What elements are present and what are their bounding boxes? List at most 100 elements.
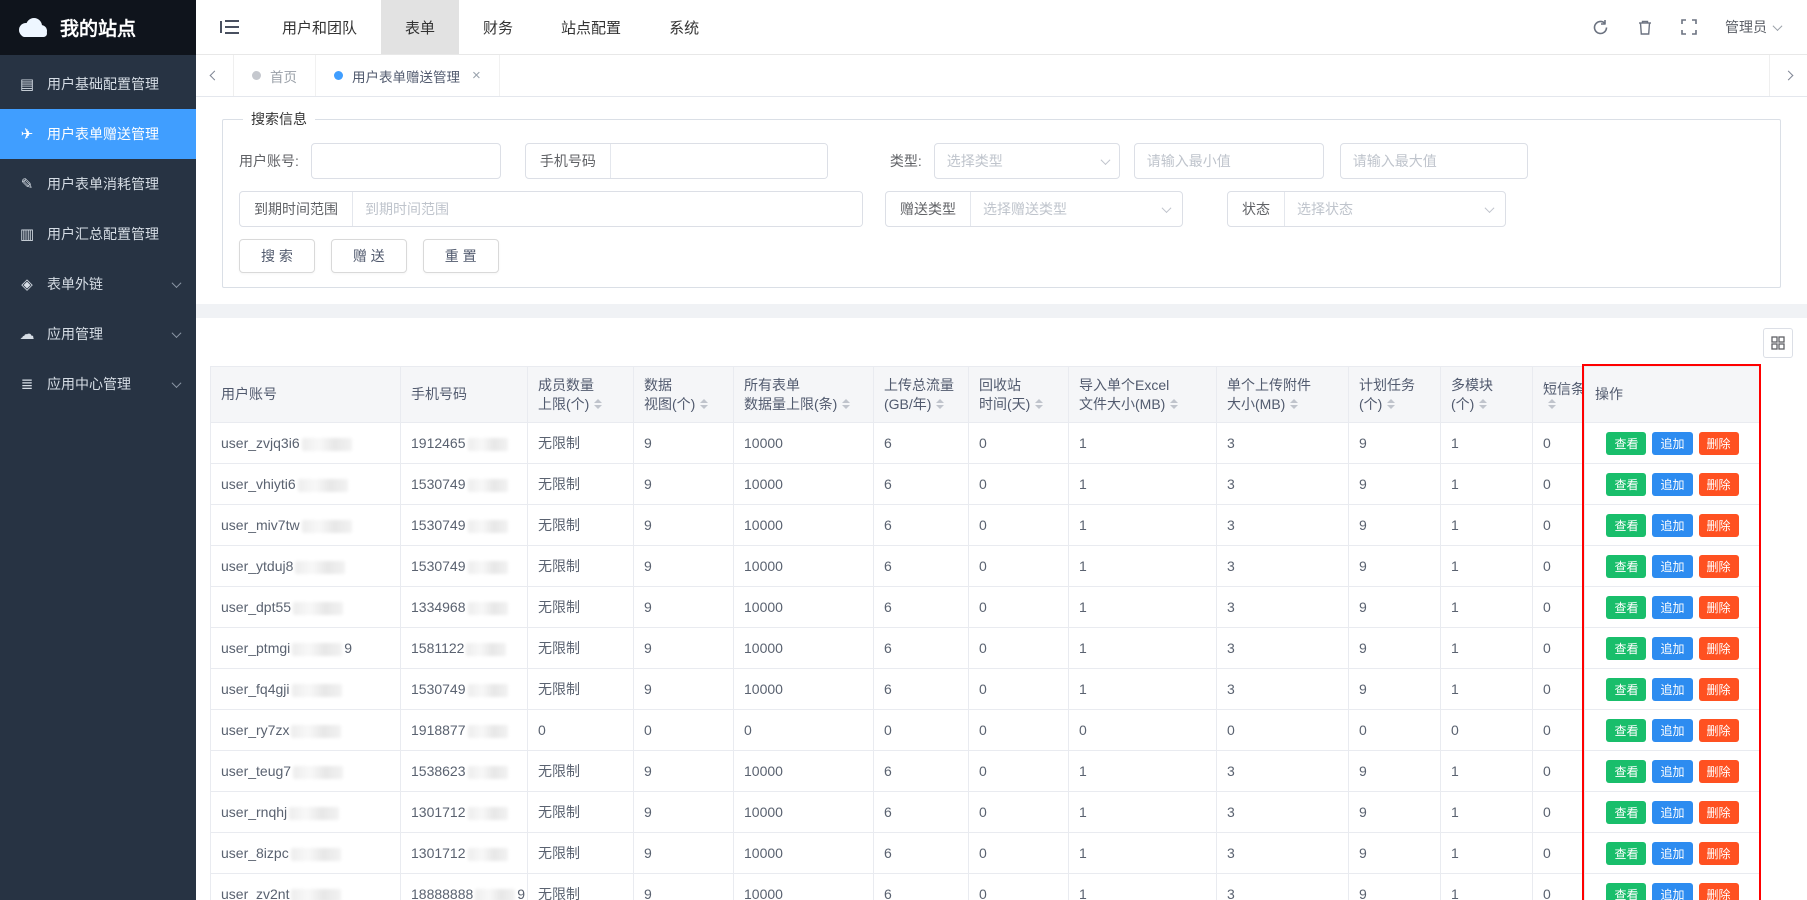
column-header-6[interactable]: 回收站时间(天) (969, 367, 1069, 423)
refresh-icon[interactable] (1592, 19, 1609, 36)
view-button[interactable]: 查看 (1606, 637, 1646, 660)
type-select[interactable]: 选择类型 (934, 143, 1120, 179)
append-button[interactable]: 追加 (1652, 514, 1692, 537)
topnav-item-1[interactable]: 表单 (381, 0, 459, 54)
append-button[interactable]: 追加 (1652, 719, 1692, 742)
sidebar-item-6[interactable]: ≣应用中心管理 (0, 359, 196, 409)
append-button[interactable]: 追加 (1652, 637, 1692, 660)
column-settings-icon[interactable] (1763, 328, 1793, 358)
sort-icon[interactable] (1170, 399, 1178, 409)
topnav-item-4[interactable]: 系统 (645, 0, 723, 54)
topnav-item-3[interactable]: 站点配置 (537, 0, 645, 54)
append-button[interactable]: 追加 (1652, 473, 1692, 496)
delete-button[interactable]: 删除 (1699, 719, 1739, 742)
sort-icon[interactable] (1290, 399, 1298, 409)
column-header-2[interactable]: 成员数量上限(个) (528, 367, 634, 423)
reset-button[interactable]: 重 置 (423, 239, 499, 273)
sort-icon[interactable] (936, 399, 944, 409)
view-button[interactable]: 查看 (1606, 719, 1646, 742)
value-cell-0: 无限制 (528, 587, 634, 628)
app-cloud-icon: ☁ (16, 325, 38, 343)
trash-icon[interactable] (1637, 19, 1653, 36)
gift-button[interactable]: 赠 送 (331, 239, 407, 273)
search-button[interactable]: 搜 索 (239, 239, 315, 273)
delete-button[interactable]: 删除 (1699, 637, 1739, 660)
view-button[interactable]: 查看 (1606, 801, 1646, 824)
gift-type-select[interactable]: 选择赠送类型 (971, 192, 1182, 226)
column-header-7[interactable]: 导入单个Excel文件大小(MB) (1069, 367, 1217, 423)
column-header-11[interactable]: 短信条 (1533, 367, 1585, 423)
tab-1[interactable]: 用户表单赠送管理× (316, 55, 500, 96)
tabs-scroll-left[interactable] (196, 55, 234, 96)
append-button[interactable]: 追加 (1652, 883, 1692, 900)
status-select[interactable]: 选择状态 (1285, 192, 1505, 226)
view-button[interactable]: 查看 (1606, 514, 1646, 537)
collapse-menu-icon[interactable] (220, 19, 240, 35)
delete-button[interactable]: 删除 (1699, 760, 1739, 783)
delete-button[interactable]: 删除 (1699, 883, 1739, 900)
phone-cell: 1530749 (401, 505, 528, 546)
append-button[interactable]: 追加 (1652, 842, 1692, 865)
sort-icon[interactable] (594, 399, 602, 409)
view-button[interactable]: 查看 (1606, 555, 1646, 578)
column-header-8[interactable]: 单个上传附件大小(MB) (1217, 367, 1349, 423)
column-header-10[interactable]: 多模块(个) (1441, 367, 1533, 423)
sidebar-item-5[interactable]: ☁应用管理 (0, 309, 196, 359)
phone-input[interactable] (611, 144, 827, 178)
delete-button[interactable]: 删除 (1699, 842, 1739, 865)
delete-button[interactable]: 删除 (1699, 596, 1739, 619)
delete-button[interactable]: 删除 (1699, 514, 1739, 537)
delete-button[interactable]: 删除 (1699, 555, 1739, 578)
column-header-4[interactable]: 所有表单数据量上限(条) (734, 367, 874, 423)
tab-close-icon[interactable]: × (472, 67, 481, 84)
sort-icon[interactable] (842, 399, 850, 409)
delete-button[interactable]: 删除 (1699, 432, 1739, 455)
fullscreen-icon[interactable] (1681, 19, 1697, 35)
sort-icon[interactable] (700, 399, 708, 409)
phone-cell: 1530749 (401, 546, 528, 587)
sidebar-item-2[interactable]: ✎用户表单消耗管理 (0, 159, 196, 209)
column-header-3[interactable]: 数据视图(个) (634, 367, 734, 423)
min-value-input[interactable] (1134, 143, 1324, 179)
view-button[interactable]: 查看 (1606, 760, 1646, 783)
append-button[interactable]: 追加 (1652, 760, 1692, 783)
sidebar-item-1[interactable]: ✈用户表单赠送管理 (0, 109, 196, 159)
actions-cell: 查看追加删除 (1585, 710, 1761, 751)
expire-range-input[interactable] (353, 192, 862, 226)
view-button[interactable]: 查看 (1606, 883, 1646, 900)
view-button[interactable]: 查看 (1606, 842, 1646, 865)
topnav-item-2[interactable]: 财务 (459, 0, 537, 54)
tabs-scroll-right[interactable] (1769, 55, 1807, 96)
delete-button[interactable]: 删除 (1699, 473, 1739, 496)
top-nav: 用户和团队表单财务站点配置系统 (258, 0, 723, 54)
view-button[interactable]: 查看 (1606, 432, 1646, 455)
sort-icon[interactable] (1387, 399, 1395, 409)
column-title: 单个上传附件 (1227, 376, 1338, 395)
delete-button[interactable]: 删除 (1699, 678, 1739, 701)
view-button[interactable]: 查看 (1606, 678, 1646, 701)
sidebar-item-4[interactable]: ◈表单外链 (0, 259, 196, 309)
column-title: 短信条 (1543, 380, 1574, 399)
tab-0[interactable]: 首页 (234, 55, 316, 96)
account-input[interactable] (311, 143, 501, 179)
max-value-input[interactable] (1340, 143, 1528, 179)
topnav-item-0[interactable]: 用户和团队 (258, 0, 381, 54)
append-button[interactable]: 追加 (1652, 801, 1692, 824)
view-button[interactable]: 查看 (1606, 473, 1646, 496)
append-button[interactable]: 追加 (1652, 555, 1692, 578)
column-header-9[interactable]: 计划任务(个) (1349, 367, 1441, 423)
append-button[interactable]: 追加 (1652, 596, 1692, 619)
append-button[interactable]: 追加 (1652, 432, 1692, 455)
column-header-5[interactable]: 上传总流量(GB/年) (874, 367, 969, 423)
actions-cell: 查看追加删除 (1585, 833, 1761, 874)
sort-icon[interactable] (1035, 399, 1043, 409)
value-cell-7: 9 (1349, 874, 1441, 900)
view-button[interactable]: 查看 (1606, 596, 1646, 619)
append-button[interactable]: 追加 (1652, 678, 1692, 701)
user-menu[interactable]: 管理员 (1725, 17, 1781, 37)
sort-icon[interactable] (1548, 399, 1556, 409)
sort-icon[interactable] (1479, 399, 1487, 409)
delete-button[interactable]: 删除 (1699, 801, 1739, 824)
sidebar-item-0[interactable]: ▤用户基础配置管理 (0, 59, 196, 109)
sidebar-item-3[interactable]: ▥用户汇总配置管理 (0, 209, 196, 259)
